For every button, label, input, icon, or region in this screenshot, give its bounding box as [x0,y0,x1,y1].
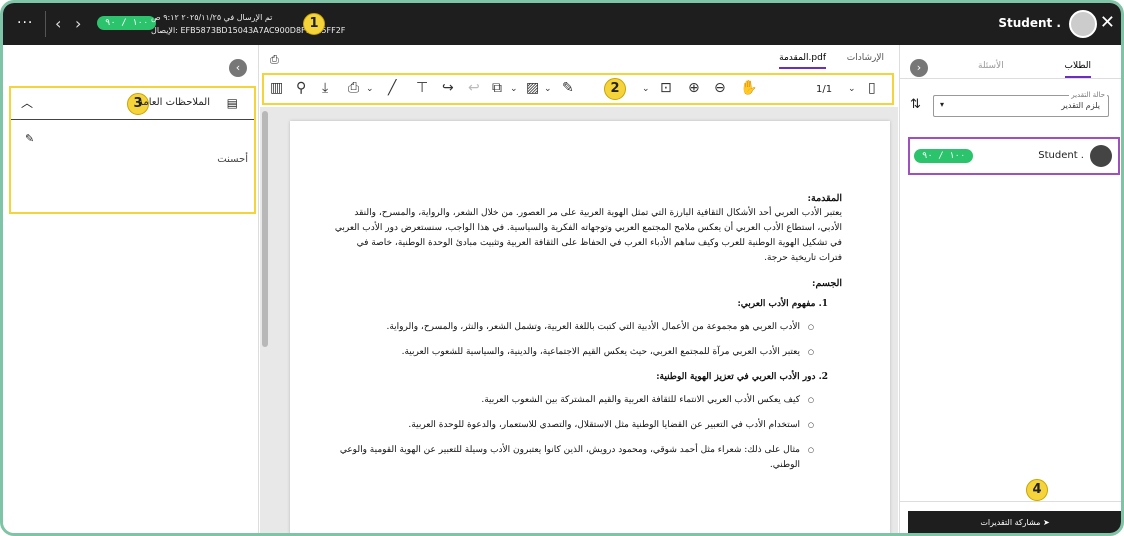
list-item: الأدب العربي هو مجموعة من الأعمال الأدبي… [332,320,814,335]
redo-icon[interactable]: ↪ [442,80,454,96]
section-2-list: كيف يعكس الأدب العربي الانتماء للثقافة ا… [332,393,814,473]
chevron-down-icon[interactable]: ⌄ [544,84,552,94]
page-indicator: 1/1 [816,84,833,95]
chevron-down-icon[interactable]: ⌄ [366,84,374,94]
scrollbar[interactable] [262,111,268,347]
document-area: ⎙ الإرشادات المقدمة.pdf ▥ ⚲ ⤓ ⎙ ⌄ ╱ ⊤ ↪ … [260,45,898,533]
next-submission-button[interactable]: › [75,14,81,33]
image-icon[interactable]: ▨ [526,80,539,96]
intro-heading: المقدمة: [807,193,842,204]
text-box-icon[interactable]: ⊤ [416,80,428,96]
top-bar: ··· ‹ › ١٠٠ / ٩٠ تم الإرسال في ٢٠٢٥/١١/٢… [3,3,1121,45]
tab-file[interactable]: المقدمة.pdf [779,53,826,69]
collapse-panel-button[interactable]: ‹ [229,59,247,77]
chevron-down-icon: ▾ [940,100,945,109]
students-panel: › الأسئلة الطلاب ⇅ ▾ يلزم التقدير حالة ا… [899,45,1121,533]
hand-tool-icon[interactable]: ✋ [740,80,757,96]
zoom-out-icon[interactable]: ⊖ [714,80,726,96]
pen-icon[interactable]: ✎ [562,80,574,96]
list-item: يعتبر الأدب العربي مرآة للمجتمع العربي، … [332,345,814,360]
zoom-in-icon[interactable]: ⊕ [688,80,700,96]
thumbnails-icon[interactable]: ▥ [270,80,283,96]
chevron-down-icon[interactable]: ⌄ [848,84,856,94]
chevron-down-icon[interactable]: ⌄ [510,84,518,94]
section-2-heading: 2. دور الأدب العربي في تعزيز الهوية الوط… [656,372,828,382]
student-name: Student . [998,16,1061,30]
share-grades-button[interactable]: مشاركة التقديرات ➤ [908,511,1121,533]
student-name: Student . [1038,150,1084,161]
app-frame: ··· ‹ › ١٠٠ / ٩٠ تم الإرسال في ٢٠٢٥/١١/٢… [0,0,1124,536]
overall-feedback-header[interactable]: ︿ الملاحظات العامة ▤ [11,88,254,120]
feedback-panel: ‹ 3 ︿ الملاحظات العامة ▤ ✎ أحسنت [3,45,259,533]
avatar [1090,145,1112,167]
line-tool-icon[interactable]: ╱ [388,80,396,96]
pdf-page: المقدمة: يعتبر الأدب العربي أحد الأشكال … [290,121,890,533]
chevron-up-icon[interactable]: ︿ [21,94,33,111]
overall-feedback-title: الملاحظات العامة [137,97,210,108]
fit-width-icon[interactable]: ⊡ [660,80,672,96]
body-heading: الجسم: [812,278,842,289]
divider [45,11,46,37]
list-item: مثال على ذلك: شعراء مثل أحمد شوقي، ومحمو… [332,443,814,473]
file-tabs: ⎙ الإرشادات المقدمة.pdf [260,45,898,71]
undo-icon[interactable]: ↩ [468,80,480,96]
print-icon[interactable]: ⎙ [348,80,359,96]
sort-icon[interactable]: ⇅ [910,97,921,112]
grade-status-label: حالة التقدير [1069,91,1107,99]
document-icon: ⎙ [270,53,279,66]
document-content: المقدمة: يعتبر الأدب العربي أحد الأشكال … [332,191,842,483]
annotation-badge-2: 2 [604,78,626,100]
copy-icon[interactable]: ⧉ [492,80,502,96]
pdf-toolbar: ▥ ⚲ ⤓ ⎙ ⌄ ╱ ⊤ ↪ ↩ ⧉ ⌄ ▨ ⌄ ✎ 2 ⌄ ⊡ ⊕ ⊖ ✋ … [262,73,894,105]
download-icon[interactable]: ⤓ [322,80,328,96]
tab-questions[interactable]: الأسئلة [978,61,1004,71]
pdf-viewer: المقدمة: يعتبر الأدب العربي أحد الأشكال … [260,107,898,533]
previous-submission-button[interactable]: ‹ [55,14,61,33]
tab-students[interactable]: الطلاب [1064,61,1091,78]
close-icon[interactable]: ✕ [1100,12,1115,33]
send-icon: ➤ [1042,518,1050,527]
avatar [1069,10,1097,38]
student-list-item[interactable]: Student . ١٠٠ / ٩٠ [908,137,1120,175]
panel-tabs: › الأسئلة الطلاب [900,45,1121,79]
section-1-heading: 1. مفهوم الأدب العربي: [737,299,828,309]
feedback-text: أحسنت [217,154,248,165]
annotation-badge-4: 4 [1026,479,1048,501]
section-1-list: الأدب العربي هو مجموعة من الأعمال الأدبي… [332,320,814,360]
chevron-down-icon[interactable]: ⌄ [642,84,650,94]
grade-pill: ١٠٠ / ٩٠ [97,16,157,30]
search-icon[interactable]: ⚲ [296,80,306,96]
list-item: كيف يعكس الأدب العربي الانتماء للثقافة ا… [332,393,814,408]
expand-panel-button[interactable]: › [910,59,928,77]
share-grades-label: مشاركة التقديرات [980,518,1041,527]
divider [900,501,1121,502]
notes-icon: ▤ [226,96,238,110]
sidebar-toggle-icon[interactable]: ▯ [868,80,876,96]
tab-instructions[interactable]: الإرشادات [847,53,884,63]
grade-pill: ١٠٠ / ٩٠ [914,149,974,163]
list-item: استخدام الأدب في التعبير عن القضايا الوط… [332,418,814,433]
intro-paragraph: يعتبر الأدب العربي أحد الأشكال الثقافية … [334,208,842,263]
grade-status-value: يلزم التقدير [1061,101,1100,110]
overall-feedback-section: ︿ الملاحظات العامة ▤ ✎ أحسنت [9,86,256,214]
annotation-badge-1: 1 [303,13,325,35]
pencil-icon[interactable]: ✎ [25,132,34,145]
more-options-icon[interactable]: ··· [17,15,33,31]
